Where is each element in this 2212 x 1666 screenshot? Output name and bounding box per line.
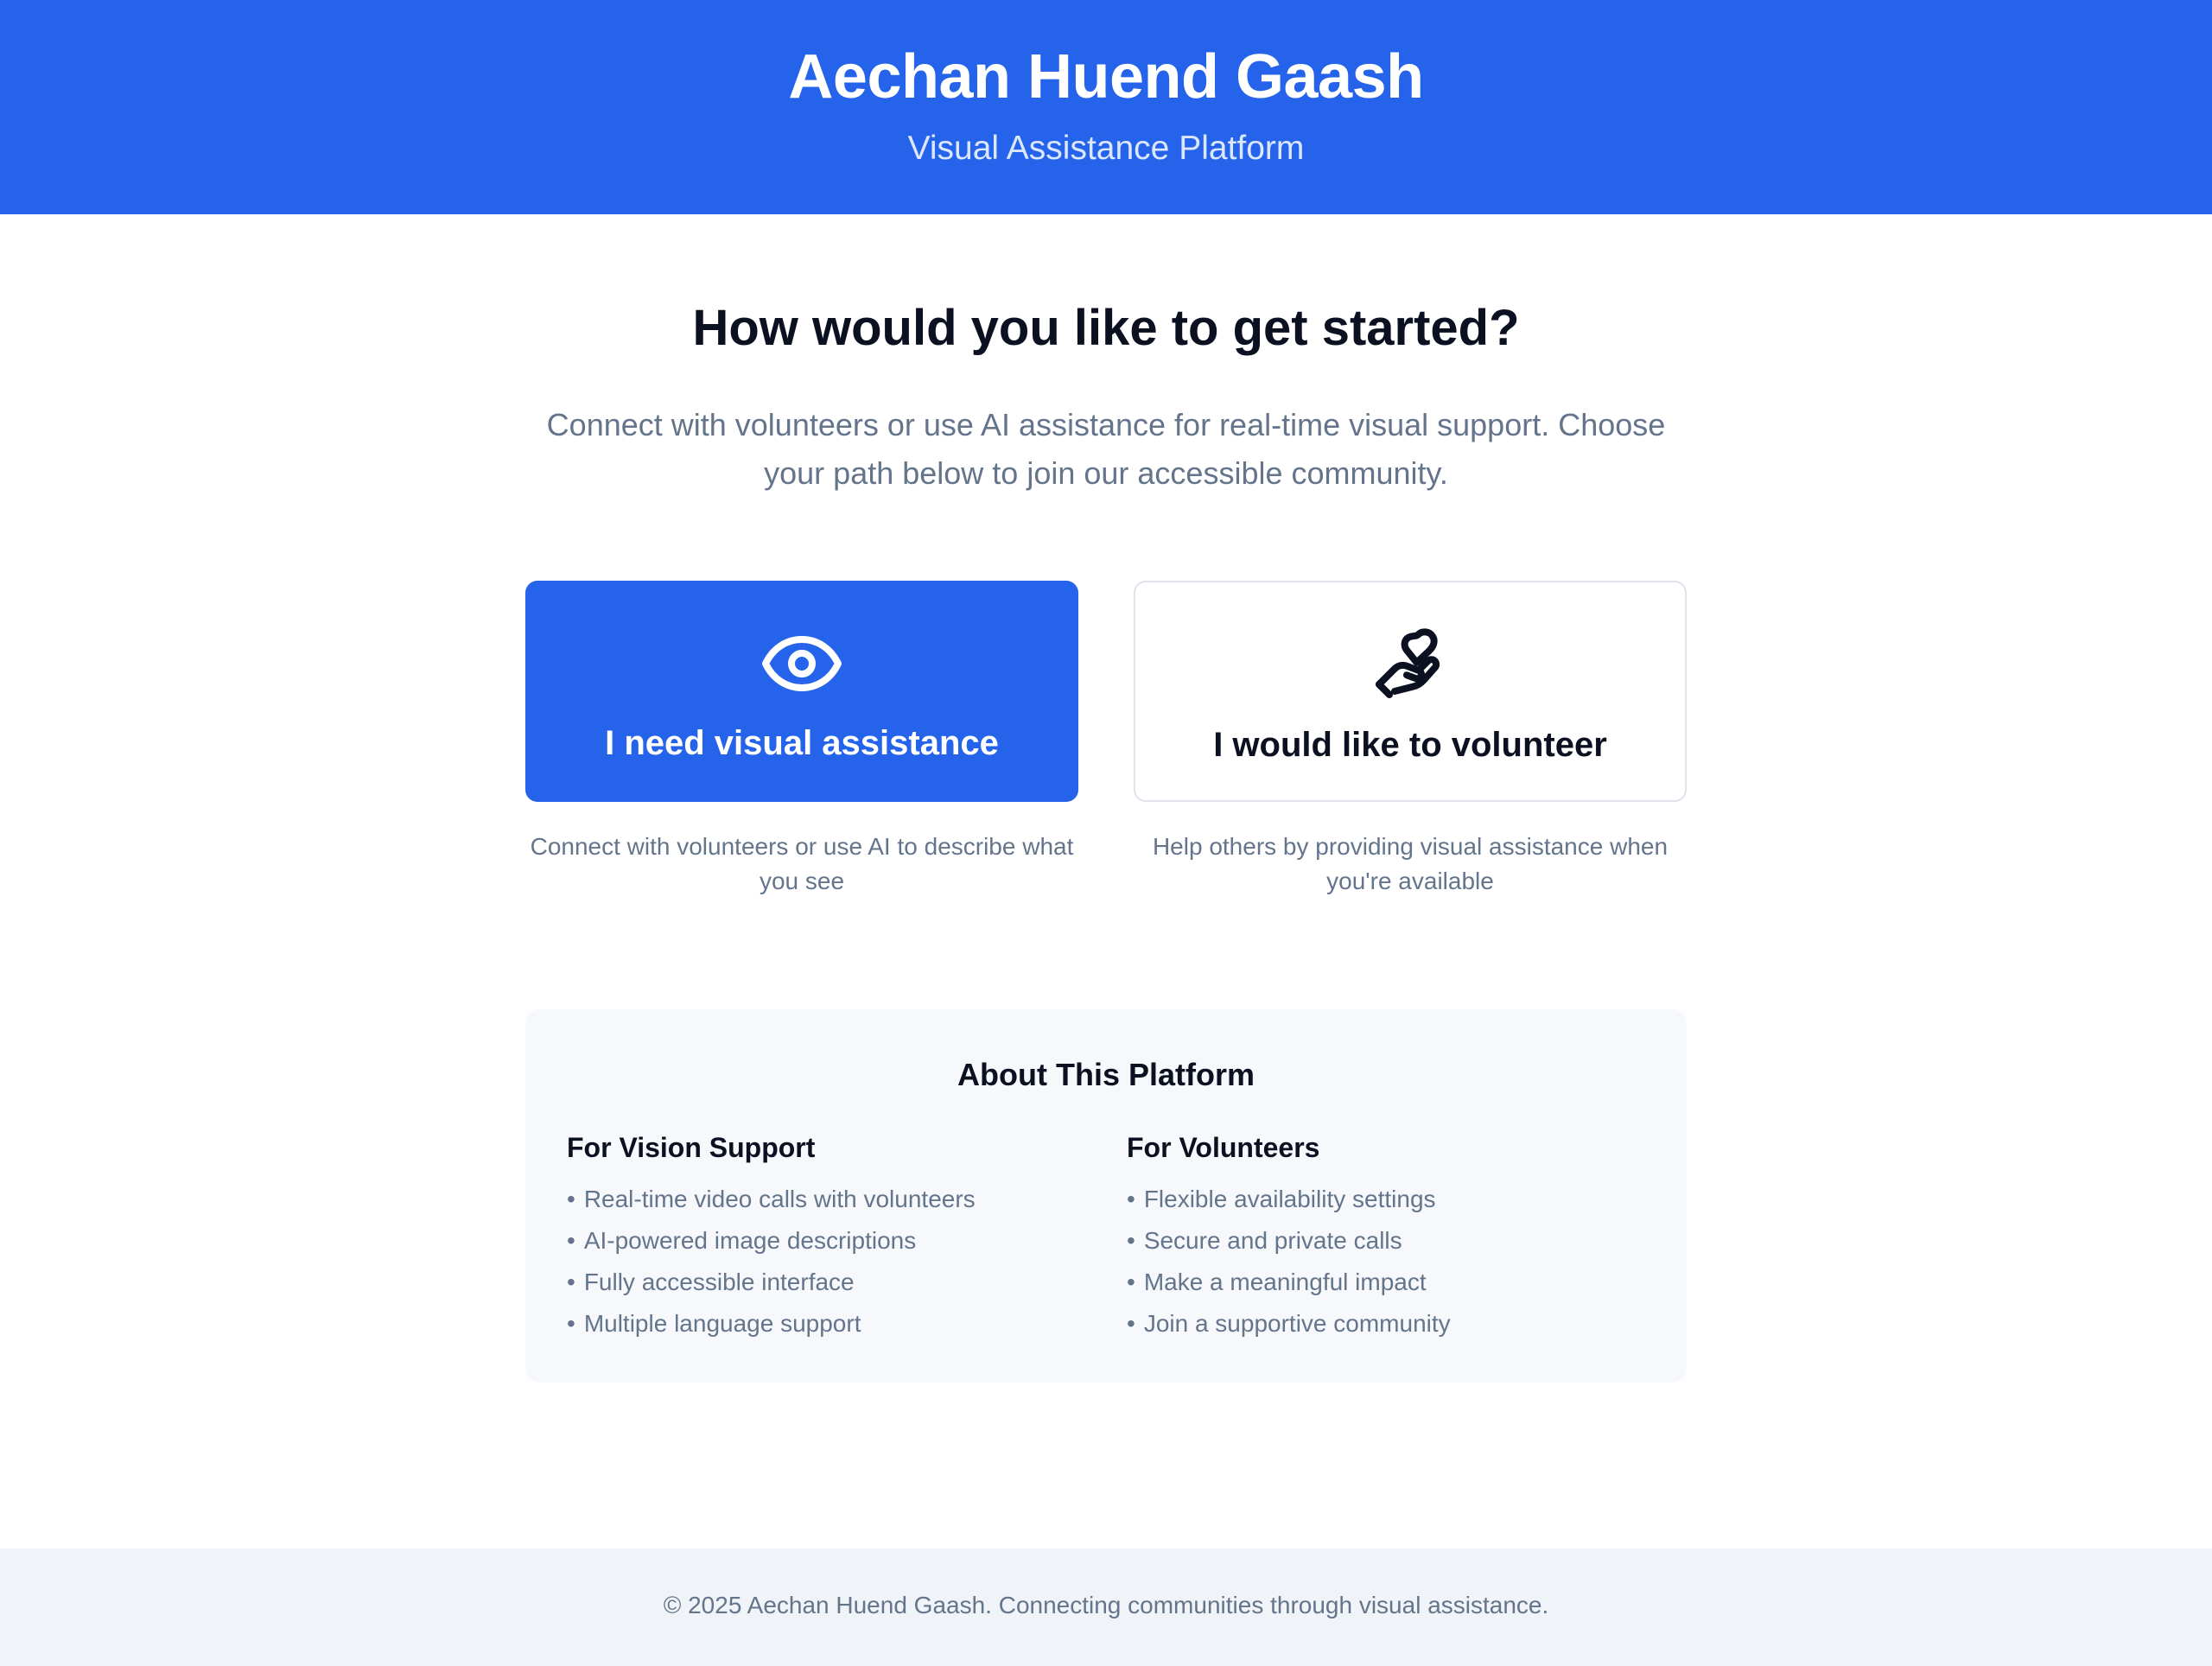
site-header: Aechan Huend Gaash Visual Assistance Pla… — [0, 0, 2212, 214]
volunteer-button[interactable]: I would like to volunteer — [1134, 581, 1687, 802]
vision-support-column: For Vision Support • Real-time video call… — [567, 1129, 1103, 1345]
bullet: • — [567, 1186, 575, 1212]
list-item: • AI-powered image descriptions — [567, 1220, 1103, 1262]
vision-support-title: For Vision Support — [567, 1132, 816, 1163]
eye-icon — [760, 622, 843, 705]
bullet: • — [567, 1310, 575, 1337]
list-item: • Secure and private calls — [1127, 1220, 1662, 1262]
page: Aechan Huend Gaash Visual Assistance Pla… — [0, 0, 2212, 1666]
need-assistance-description: Connect with volunteers or use AI to des… — [530, 833, 1074, 894]
list-item-text: Flexible availability settings — [1143, 1186, 1436, 1212]
list-item: • Fully accessible interface — [567, 1262, 1103, 1303]
list-item-text: Join a supportive community — [1143, 1310, 1451, 1337]
list-item: • Multiple language support — [567, 1303, 1103, 1345]
volunteers-title: For Volunteers — [1127, 1132, 1320, 1163]
volunteer-description: Help others by providing visual assistan… — [1152, 833, 1669, 894]
footer-text: © 2025 Aechan Huend Gaash. Connecting co… — [663, 1592, 1549, 1618]
list-item: • Join a supportive community — [1127, 1303, 1662, 1345]
list-item: • Flexible availability settings — [1127, 1179, 1662, 1220]
need-assistance-label: I need visual assistance — [605, 724, 999, 762]
site-subtitle: Visual Assistance Platform — [907, 130, 1305, 167]
list-item: • Make a meaningful impact — [1127, 1262, 1662, 1303]
page-heading: How would you like to get started? — [692, 300, 1520, 356]
site-footer: © 2025 Aechan Huend Gaash. Connecting co… — [0, 1548, 2212, 1666]
bullet: • — [1127, 1227, 1135, 1254]
list-item-text: Make a meaningful impact — [1143, 1269, 1427, 1295]
list-item-text: Real-time video calls with volunteers — [583, 1186, 976, 1212]
site-title: Aechan Huend Gaash — [788, 42, 1424, 111]
about-title: About This Platform — [957, 1057, 1255, 1092]
about-panel: About This Platform For Vision Support •… — [525, 1009, 1687, 1383]
vision-support-list: • Real-time video calls with volunteers •… — [567, 1179, 1103, 1345]
bullet: • — [1127, 1269, 1135, 1295]
list-item-text: AI-powered image descriptions — [583, 1227, 917, 1254]
volunteers-list: • Flexible availability settings • Secure … — [1127, 1179, 1662, 1345]
list-item: • Real-time video calls with volunteers — [567, 1179, 1103, 1220]
intro-text: Connect with volunteers or use AI assist… — [546, 407, 1666, 491]
volunteers-column: For Volunteers • Flexible availability se… — [1127, 1129, 1662, 1345]
bullet: • — [1127, 1186, 1135, 1212]
list-item-text: Fully accessible interface — [583, 1269, 855, 1295]
volunteer-label: I would like to volunteer — [1213, 726, 1607, 764]
bullet: • — [567, 1269, 575, 1295]
list-item-text: Multiple language support — [583, 1310, 861, 1337]
list-item-text: Secure and private calls — [1143, 1227, 1402, 1254]
need-assistance-button[interactable]: I need visual assistance — [525, 581, 1078, 802]
bullet: • — [1127, 1310, 1135, 1337]
hand-heart-icon — [1369, 624, 1452, 707]
bullet: • — [567, 1227, 575, 1254]
